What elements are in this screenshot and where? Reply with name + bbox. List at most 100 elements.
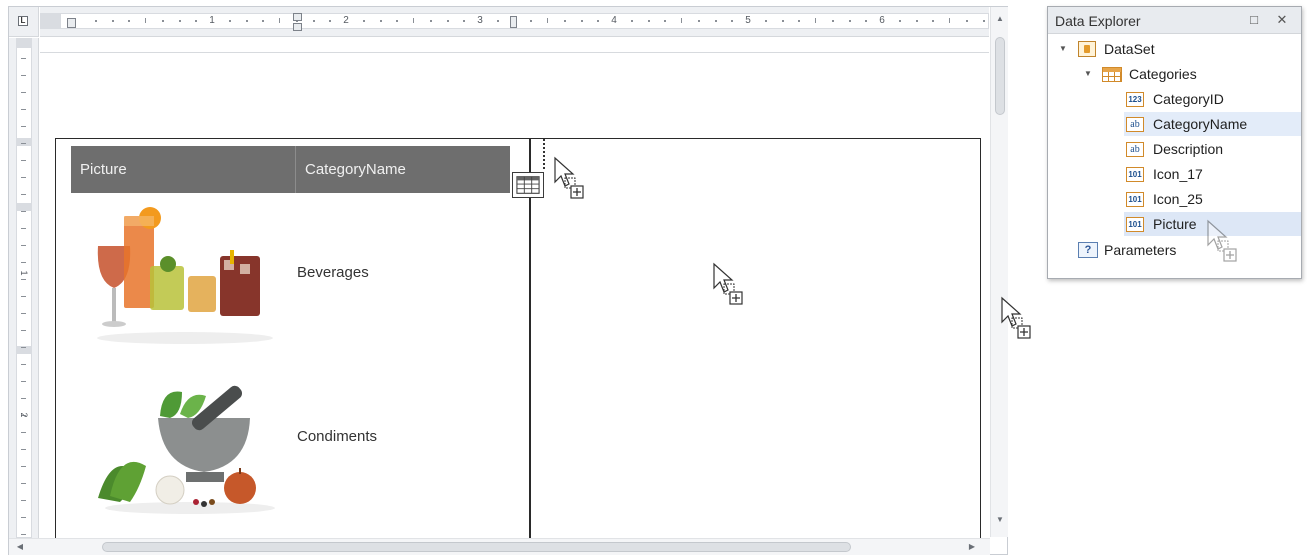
- vruler-tick: [21, 177, 26, 178]
- vruler-band-break-2: [16, 203, 32, 211]
- ruler-minor-tick: [94, 20, 97, 22]
- condiments-image[interactable]: [90, 368, 280, 518]
- ruler-minor-tick: [932, 20, 935, 22]
- ruler-minor-tick: [362, 20, 365, 22]
- tree-node-label: Description: [1153, 141, 1224, 157]
- tree-node-field[interactable]: ab Description: [1048, 137, 1301, 161]
- right-indent-marker[interactable]: [510, 16, 517, 28]
- vruler-number: 1: [19, 270, 29, 276]
- string-field-icon: ab: [1126, 142, 1144, 157]
- ruler-number: 6: [879, 15, 885, 26]
- ruler-minor-tick: [128, 20, 131, 22]
- scroll-up-icon[interactable]: ▲: [995, 15, 1005, 23]
- drag-copy-cursor-icon: [1001, 296, 1031, 339]
- tree-node-dataset[interactable]: ▼ DataSet: [1048, 37, 1301, 61]
- ruler-half-tick: [279, 18, 280, 23]
- collapse-icon[interactable]: ▼: [1059, 37, 1067, 61]
- ruler-minor-tick: [647, 20, 650, 22]
- table-header-categoryname[interactable]: CategoryName: [296, 146, 510, 193]
- close-icon[interactable]: ✕: [1274, 12, 1290, 28]
- vruler-number: 2: [19, 412, 29, 418]
- vruler-tick: [21, 58, 26, 59]
- ruler-minor-tick: [446, 20, 449, 22]
- panel-titlebar[interactable]: Data Explorer □ ✕: [1048, 7, 1301, 34]
- tree-node-categories[interactable]: ▼ Categories: [1048, 62, 1301, 86]
- ruler-minor-tick: [798, 20, 801, 22]
- vruler-tick: [21, 347, 26, 348]
- scroll-right-icon[interactable]: ▶: [967, 543, 977, 551]
- horizontal-scroll-thumb[interactable]: [102, 542, 851, 552]
- ruler-half-tick: [547, 18, 548, 23]
- vruler-tick: [21, 194, 26, 195]
- horizontal-ruler[interactable]: 1 2 3 4 5 6: [40, 7, 989, 37]
- left-indent-marker[interactable]: [67, 18, 76, 28]
- table-header-picture[interactable]: Picture: [71, 146, 296, 193]
- binary-field-icon: 101: [1126, 192, 1144, 207]
- category-name-cell[interactable]: Beverages: [297, 264, 369, 281]
- table-column-divider[interactable]: [529, 138, 531, 538]
- ruler-minor-tick: [195, 20, 198, 22]
- vruler-tick: [21, 398, 26, 399]
- horizontal-scrollbar[interactable]: ◀ ▶: [9, 538, 990, 555]
- vertical-ruler[interactable]: 12: [9, 38, 39, 538]
- ruler-minor-tick: [697, 20, 700, 22]
- ruler-minor-tick: [848, 20, 851, 22]
- ruler-minor-tick: [630, 20, 633, 22]
- ruler-minor-tick: [496, 20, 499, 22]
- tree-node-label: CategoryName: [1153, 116, 1248, 132]
- ruler-half-tick: [815, 18, 816, 23]
- ruler-number: 5: [745, 15, 751, 26]
- ruler-number: 3: [477, 15, 483, 26]
- vertical-scroll-thumb[interactable]: [995, 37, 1005, 115]
- band-separator: [40, 52, 989, 53]
- ruler-half-tick: [413, 18, 414, 23]
- drop-insertion-guide: [543, 139, 545, 169]
- ruler-minor-tick: [245, 20, 248, 22]
- vruler-tick: [21, 432, 26, 433]
- ruler-minor-tick: [530, 20, 533, 22]
- table-icon: [1102, 67, 1122, 82]
- tree-node-field-selected[interactable]: ab CategoryName: [1124, 112, 1301, 136]
- tree-node-field[interactable]: 101 Icon_17: [1048, 162, 1301, 186]
- ruler-number: 1: [209, 15, 215, 26]
- vertical-scrollbar[interactable]: ▲ ▼: [990, 7, 1008, 537]
- vruler-tick: [21, 92, 26, 93]
- parameters-icon: ?: [1078, 242, 1098, 258]
- drag-copy-cursor-icon: [1207, 219, 1237, 262]
- vruler-tick: [21, 330, 26, 331]
- beverages-image[interactable]: [90, 206, 280, 346]
- category-name-cell[interactable]: Condiments: [297, 428, 377, 445]
- scroll-left-icon[interactable]: ◀: [15, 543, 25, 551]
- scroll-down-icon[interactable]: ▼: [995, 516, 1005, 524]
- binary-field-icon: 101: [1126, 167, 1144, 182]
- report-canvas[interactable]: Picture CategoryName Beverages Condiment…: [40, 38, 989, 538]
- vruler-tick: [21, 449, 26, 450]
- tree-node-field[interactable]: 123 CategoryID: [1048, 87, 1301, 111]
- ruler-minor-tick: [865, 20, 868, 22]
- ruler-minor-tick: [111, 20, 114, 22]
- restore-icon[interactable]: □: [1246, 12, 1262, 28]
- tree-node-parameters[interactable]: ? Parameters: [1048, 238, 1301, 262]
- vruler-tick: [21, 143, 26, 144]
- tree-node-label: Icon_17: [1153, 166, 1203, 182]
- tree-node-label: CategoryID: [1153, 91, 1224, 107]
- ruler-minor-tick: [329, 20, 332, 22]
- column-marker-bottom[interactable]: [293, 23, 302, 31]
- insert-table-icon[interactable]: [512, 172, 544, 198]
- collapse-icon[interactable]: ▼: [1084, 62, 1092, 86]
- tree-node-field[interactable]: 101 Icon_25: [1048, 187, 1301, 211]
- vruler-tick: [21, 296, 26, 297]
- ruler-minor-tick: [161, 20, 164, 22]
- vruler-tick: [21, 211, 26, 212]
- tree-node-label: Parameters: [1104, 242, 1177, 258]
- ruler-margin: [40, 13, 60, 29]
- tab-stop-selector-icon[interactable]: L: [18, 16, 28, 26]
- tree-node-label: Icon_25: [1153, 191, 1203, 207]
- vruler-tick: [21, 75, 26, 76]
- vruler-tick: [21, 466, 26, 467]
- data-explorer-panel: Data Explorer □ ✕ ▼ DataSet ▼ Categories…: [1047, 6, 1302, 279]
- column-marker-top[interactable]: [293, 13, 302, 21]
- vruler-tick: [21, 245, 26, 246]
- vruler-tick: [21, 126, 26, 127]
- ruler-corner[interactable]: L: [9, 7, 39, 37]
